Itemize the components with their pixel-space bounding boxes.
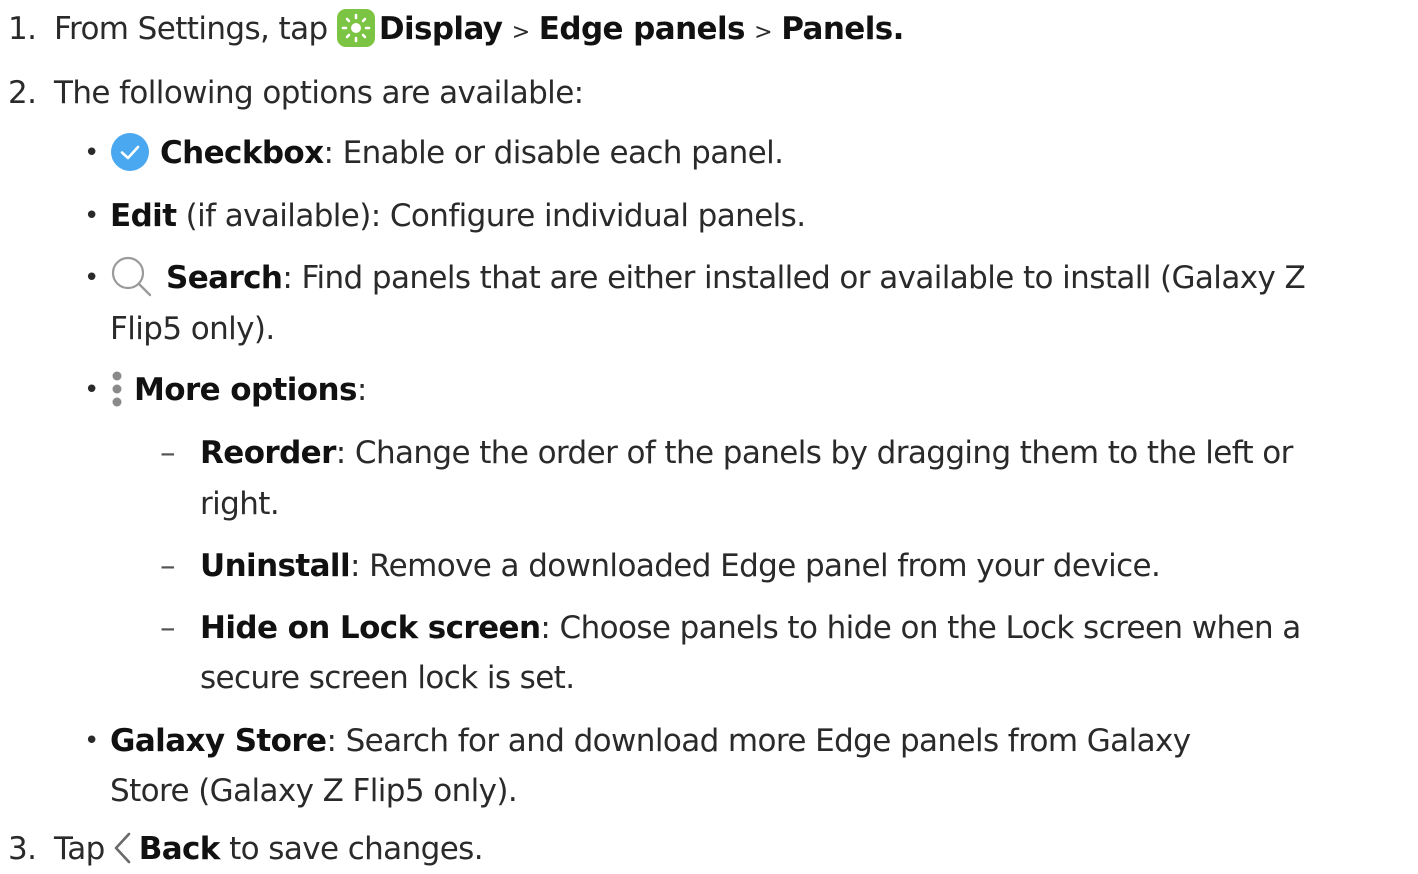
option-label: Reorder [200,435,336,471]
option-description: : Find panels that are either installed … [282,260,1306,296]
bullet: • [84,138,99,168]
dash: – [160,548,176,584]
step-number: 2. [8,75,37,111]
bullet: • [84,726,99,756]
step-text: The following options are available: [54,75,584,111]
sun-icon [336,8,375,47]
check-circle-icon [110,132,150,172]
option-description: Store (Galaxy Z Flip5 only). [110,773,518,809]
step-text: From Settings, tap [54,11,328,47]
option-label: Galaxy Store [110,723,327,759]
panels-label: Panels. [781,11,904,47]
option-description: : Remove a downloaded Edge panel from yo… [349,548,1161,584]
option-label: More options [134,372,357,408]
more-options-icon [110,367,124,411]
step-text: to save changes. [229,831,483,867]
option-description: : Change the order of the panels by drag… [335,435,1294,471]
breadcrumb-separator: > [754,20,772,45]
option-description: : Enable or disable each panel. [323,135,784,171]
option-label: Search [166,260,283,296]
instructions-document: 1. From Settings, tap Display > Edge pan… [0,0,1418,868]
dash: – [160,610,176,646]
option-description: : [356,372,367,408]
option-label: Checkbox [160,135,324,171]
step-text: Tap [54,831,105,867]
option-label: Edit [110,198,177,234]
step-number: 1. [8,11,37,47]
step-number: 3. [8,831,37,867]
bullet: • [84,201,99,231]
option-description: (if available): Configure individual pan… [176,198,806,234]
display-label: Display [378,11,503,47]
edge-panels-label: Edge panels [538,11,746,47]
search-icon [110,255,154,299]
dash: – [160,435,176,471]
option-label: Uninstall [200,548,351,584]
bullet: • [84,375,99,405]
option-description: : Search for and download more Edge pane… [326,723,1191,759]
option-description: secure screen lock is set. [200,660,575,696]
option-description: right. [200,486,280,522]
breadcrumb-separator: > [511,20,530,45]
back-label: Back [138,831,221,867]
option-description: Flip5 only). [110,311,275,347]
bullet: • [84,263,99,293]
option-description: : Choose panels to hide on the Lock scre… [540,610,1301,646]
back-chevron-icon [109,828,135,868]
option-label: Hide on Lock screen [200,610,541,646]
